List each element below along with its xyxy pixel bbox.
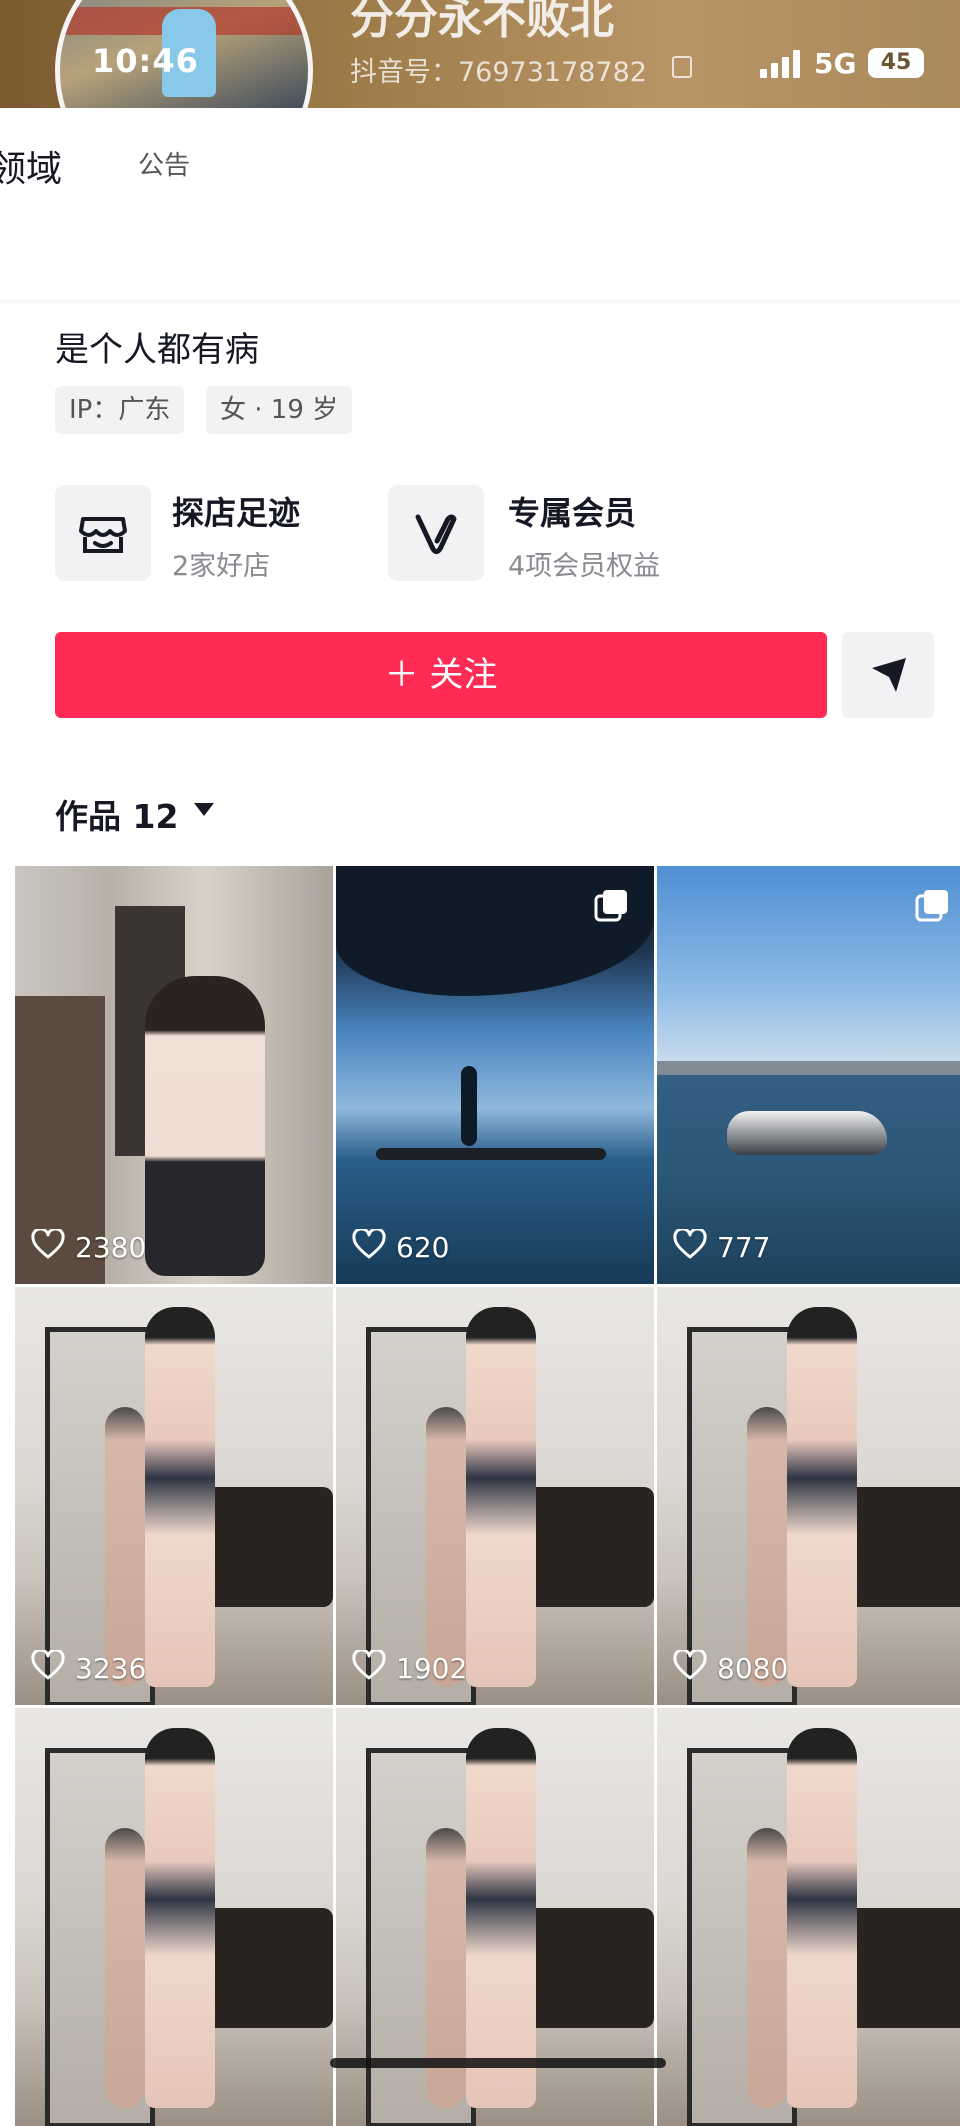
profile-bio: 是个人都有病 [55,330,259,370]
profile-nickname: 分分永不败北 [350,0,614,44]
like-count: 2380 [31,1227,147,1266]
like-count: 8080 [673,1648,789,1687]
video-tile[interactable]: 620 [336,866,654,1284]
card-subtitle-visits: 2家好店 [172,551,271,582]
copy-icon[interactable] [672,56,692,78]
person-figure [145,1307,215,1687]
store-icon[interactable] [55,485,151,581]
like-count: 3236 [31,1648,147,1687]
multi-image-icon [594,890,627,922]
person-figure [145,976,265,1276]
section-divider [0,300,960,306]
ip-location-tag: IP：广东 [55,386,185,434]
person-figure [426,1407,466,1687]
person-figure [466,1307,536,1687]
douyin-id: 抖音号：76973178782 [350,57,647,88]
status-time: 10:46 [92,42,199,80]
heart-icon [31,1227,65,1266]
battery-icon: 45 [868,48,924,78]
send-icon [872,658,906,692]
send-message-button[interactable] [842,632,934,718]
video-tile[interactable]: 777 [657,866,960,1284]
like-count-value: 777 [717,1231,771,1264]
person-figure [787,1307,857,1687]
heart-icon [352,1648,386,1687]
chevron-down-icon[interactable] [194,803,214,816]
video-tile[interactable]: 1902 [336,1287,654,1705]
like-count-value: 2380 [75,1231,147,1264]
like-count: 1902 [352,1648,468,1687]
card-subtitle-membership: 4项会员权益 [508,551,661,582]
like-count-value: 1902 [396,1652,468,1685]
person-figure [105,1407,145,1687]
like-count-value: 8080 [717,1652,789,1685]
heart-icon [673,1227,707,1266]
works-count-label[interactable]: 作品 12 [55,790,178,838]
paddler [461,1066,477,1146]
network-type: 5G [814,47,857,80]
follow-button[interactable]: ＋ 关注 [55,632,827,718]
home-indicator [330,2058,666,2068]
video-tile[interactable]: 3236 [15,1287,333,1705]
gender-age-tag: 女 · 19 岁 [206,386,353,434]
person-figure [105,1828,145,2108]
heart-icon [31,1648,65,1687]
video-tile[interactable] [657,1708,960,2126]
board [376,1148,606,1160]
like-count-value: 3236 [75,1652,147,1685]
signal-icon [760,50,802,78]
jetski [727,1111,887,1155]
video-tile[interactable] [15,1708,333,2126]
heart-icon [352,1227,386,1266]
video-tile[interactable]: 2380 [15,866,333,1284]
heart-icon [673,1648,707,1687]
person-figure [787,1728,857,2108]
multi-image-icon [915,890,948,922]
vip-v-icon[interactable] [388,485,484,581]
person-figure [466,1728,536,2108]
like-count: 620 [352,1227,450,1266]
profile-header-banner: 10:46 分分永不败北 抖音号：76973178782 5G 45 [0,0,960,108]
card-title-visits[interactable]: 探店足迹 [172,488,300,534]
video-tile[interactable]: 8080 [657,1287,960,1705]
person-figure [747,1828,787,2108]
tab-domain[interactable]: 领域 [0,140,62,192]
tab-notice[interactable]: 公告 [138,145,190,182]
card-title-membership[interactable]: 专属会员 [508,488,636,534]
person-figure [747,1407,787,1687]
skyline [657,1061,960,1075]
like-count-value: 620 [396,1231,450,1264]
cave-overhang [336,866,654,996]
person-figure [145,1728,215,2108]
like-count: 777 [673,1227,771,1266]
